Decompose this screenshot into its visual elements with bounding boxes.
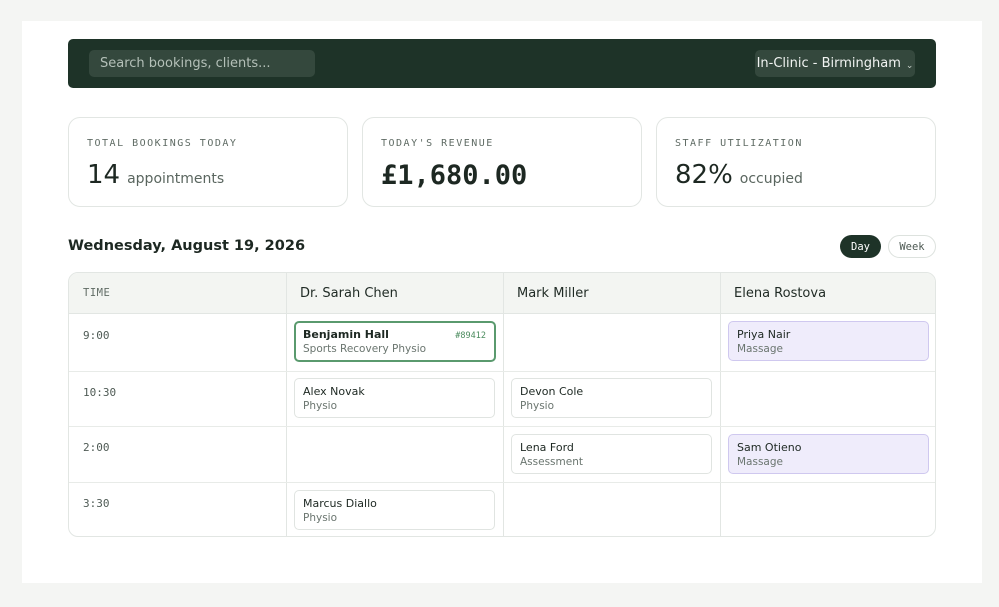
appointment-card[interactable]: Alex Novak Physio <box>294 378 495 418</box>
service-name: Assessment <box>520 456 583 468</box>
service-name: Sports Recovery Physio <box>303 343 427 355</box>
service-name: Physio <box>303 400 338 412</box>
appointment-card[interactable]: Marcus Diallo Physio <box>294 490 495 530</box>
schedule-date: Wednesday, August 19, 2026 <box>68 238 306 254</box>
row-divider <box>69 482 935 483</box>
stat-unit: occupied <box>739 171 803 187</box>
search-box[interactable] <box>89 50 315 77</box>
stat-label: TODAY'S REVENUE <box>381 138 494 149</box>
appointment-card[interactable]: Sam Otieno Massage <box>728 434 929 474</box>
row-divider <box>69 426 935 427</box>
time-slot-label: 10:30 <box>83 386 117 399</box>
time-slot-label: 9:00 <box>83 329 110 342</box>
client-name: Sam Otieno <box>737 441 802 454</box>
appointment-card[interactable]: Lena Ford Assessment <box>511 434 712 474</box>
stat-label: TOTAL BOOKINGS TODAY <box>87 138 238 149</box>
stat-card-revenue: TODAY'S REVENUE £1,680.00 <box>362 117 642 207</box>
service-name: Massage <box>737 343 783 355</box>
top-bar: In-Clinic - Birmingham ⌄ <box>68 39 936 88</box>
time-slot-label: 2:00 <box>83 441 110 454</box>
view-toggle-week[interactable]: Week <box>888 235 936 258</box>
stat-value: £1,680.00 <box>381 160 528 191</box>
column-header-staff[interactable]: Elena Rostova <box>720 273 935 313</box>
appointment-card-selected[interactable]: Benjamin Hall Sports Recovery Physio #89… <box>294 321 496 362</box>
column-divider <box>720 273 721 536</box>
booking-ref: #89412 <box>455 331 486 341</box>
location-select[interactable]: In-Clinic - Birmingham ⌄ <box>755 50 915 77</box>
column-header-staff[interactable]: Mark Miller <box>503 273 720 313</box>
column-divider <box>503 273 504 536</box>
time-slot-label: 3:30 <box>83 497 110 510</box>
chevron-down-icon: ⌄ <box>905 60 914 71</box>
stat-label: STAFF UTILIZATION <box>675 138 803 149</box>
column-divider <box>286 273 287 536</box>
client-name: Devon Cole <box>520 385 584 398</box>
column-header-time: TIME <box>83 287 111 299</box>
client-name: Lena Ford <box>520 441 574 454</box>
schedule-grid: TIME Dr. Sarah Chen Mark Miller Elena Ro… <box>68 272 936 537</box>
service-name: Massage <box>737 456 783 468</box>
client-name: Marcus Diallo <box>303 497 377 510</box>
stat-unit: appointments <box>127 171 225 187</box>
appointment-card[interactable]: Priya Nair Massage <box>728 321 929 361</box>
service-name: Physio <box>520 400 555 412</box>
view-toggle-day[interactable]: Day <box>840 235 881 258</box>
stat-card-utilization: STAFF UTILIZATION 82% occupied <box>656 117 936 207</box>
location-label: In-Clinic - Birmingham <box>756 56 901 71</box>
column-header-staff[interactable]: Dr. Sarah Chen <box>286 273 503 313</box>
service-name: Physio <box>303 512 338 524</box>
search-input[interactable] <box>100 56 315 71</box>
client-name: Priya Nair <box>737 328 791 341</box>
stat-card-bookings: TOTAL BOOKINGS TODAY 14 appointments <box>68 117 348 207</box>
client-name: Alex Novak <box>303 385 365 398</box>
dashboard-page: In-Clinic - Birmingham ⌄ TOTAL BOOKINGS … <box>22 21 982 583</box>
row-divider <box>69 371 935 372</box>
stat-value: 82% <box>675 160 733 190</box>
stat-value: 14 <box>87 160 121 190</box>
appointment-card[interactable]: Devon Cole Physio <box>511 378 712 418</box>
